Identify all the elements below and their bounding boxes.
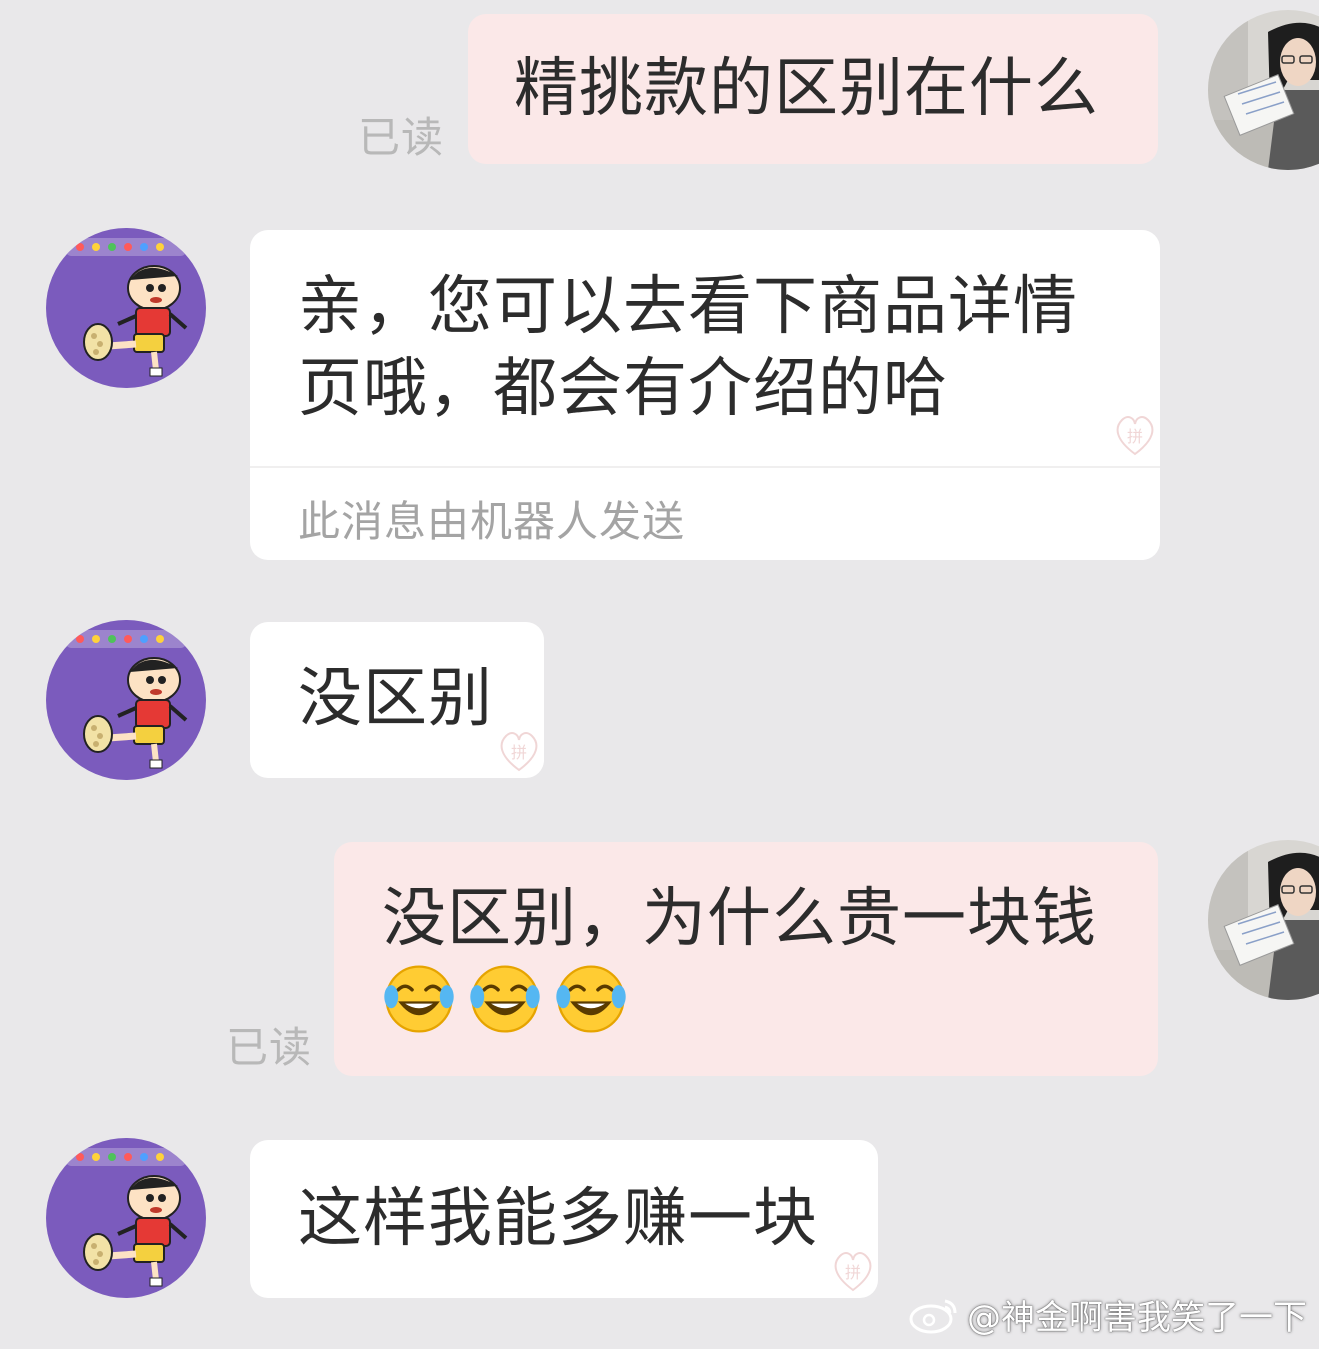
seller-avatar[interactable] bbox=[46, 228, 206, 388]
tears-of-joy-icon bbox=[468, 962, 542, 1036]
message-text: 没区别 bbox=[298, 662, 493, 736]
pinduoduo-watermark-icon bbox=[828, 1246, 878, 1296]
my-avatar[interactable] bbox=[1208, 10, 1319, 170]
pinduoduo-watermark-icon bbox=[1110, 410, 1160, 460]
message-bubble-seller[interactable]: 这样我能多赚一块 bbox=[250, 1140, 878, 1298]
watermark-text: @神金啊害我笑了一下 bbox=[967, 1298, 1307, 1338]
tears-of-joy-icon bbox=[554, 962, 628, 1036]
cartoon-boy-avatar-icon bbox=[46, 1138, 206, 1298]
message-bubble-seller[interactable]: 亲，您可以去看下商品详情 页哦，都会有介绍的哈 此消息由机器人发送 bbox=[250, 230, 1160, 560]
weibo-watermark: @神金啊害我笑了一下 bbox=[909, 1290, 1307, 1339]
pinduoduo-watermark-icon bbox=[494, 726, 544, 776]
cartoon-boy-avatar-icon bbox=[46, 620, 206, 780]
message-text: 亲，您可以去看下商品详情 页哦，都会有介绍的哈 bbox=[298, 270, 1078, 426]
tears-of-joy-icon bbox=[382, 962, 456, 1036]
emoji-row bbox=[382, 962, 628, 1036]
divider bbox=[250, 466, 1160, 468]
read-status: 已读 bbox=[358, 113, 445, 162]
message-text: 精挑款的区别在什么 bbox=[514, 52, 1099, 126]
message-text: 没区别，为什么贵一块钱 bbox=[382, 882, 1097, 956]
message-text: 这样我能多赚一块 bbox=[298, 1182, 818, 1256]
read-status: 已读 bbox=[226, 1023, 313, 1072]
message-bubble-mine[interactable]: 精挑款的区别在什么 bbox=[468, 14, 1158, 164]
girl-reading-avatar-icon bbox=[1208, 10, 1319, 170]
message-bubble-seller[interactable]: 没区别 bbox=[250, 622, 544, 778]
bot-sent-note: 此消息由机器人发送 bbox=[298, 497, 686, 546]
girl-reading-avatar-icon bbox=[1208, 840, 1319, 1000]
cartoon-boy-avatar-icon bbox=[46, 228, 206, 388]
seller-avatar[interactable] bbox=[46, 620, 206, 780]
message-bubble-mine[interactable]: 没区别，为什么贵一块钱 bbox=[334, 842, 1158, 1076]
seller-avatar[interactable] bbox=[46, 1138, 206, 1298]
my-avatar[interactable] bbox=[1208, 840, 1319, 1000]
weibo-logo-icon bbox=[909, 1295, 959, 1335]
